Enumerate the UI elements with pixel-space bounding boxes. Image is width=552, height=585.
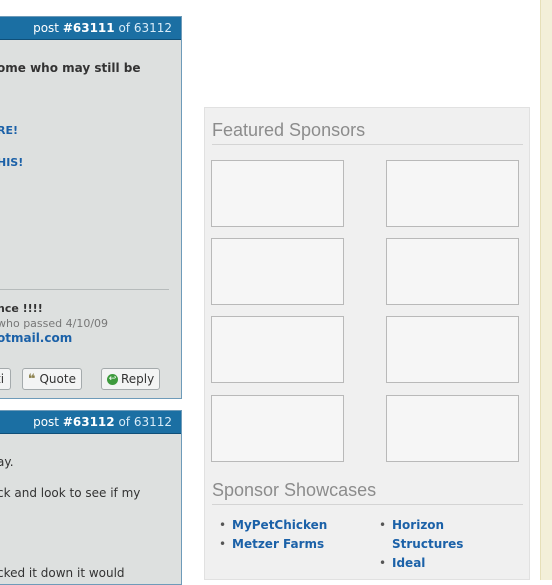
sponsor-slot[interactable] (211, 238, 344, 305)
sponsors-panel: Featured Sponsors Sponsor Showcases • My… (204, 107, 530, 580)
showcase-item: • MyPetChicken (217, 516, 327, 535)
showcase-link[interactable]: Horizon (392, 518, 444, 532)
bullet-icon: • (219, 518, 227, 532)
post-label: post (33, 21, 63, 35)
showcase-item: Structures (377, 535, 463, 554)
showcase-link[interactable]: Ideal (392, 556, 425, 570)
showcase-link[interactable]: Metzer Farms (232, 537, 324, 551)
showcase-item: • Ideal (377, 554, 463, 573)
post-text: cked it down it would (0, 566, 125, 580)
sponsor-slot[interactable] (386, 316, 519, 383)
post-header: post #63111 of 63112 (0, 17, 181, 40)
post-label: post (33, 415, 63, 429)
signature-text: nce !!!! (0, 302, 43, 315)
featured-sponsors-heading: Featured Sponsors (212, 120, 523, 145)
forum-post: post #63111 of 63112 ome who may still b… (0, 16, 182, 399)
sponsor-slot[interactable] (211, 316, 344, 383)
showcase-link[interactable]: Structures (392, 537, 463, 551)
quote-label: Quote (39, 372, 76, 386)
bullet-icon: • (219, 537, 227, 551)
sponsor-slot[interactable] (211, 395, 344, 462)
reply-label: Reply (121, 372, 155, 386)
post-count: of 63112 (114, 415, 172, 429)
showcase-link[interactable]: MyPetChicken (232, 518, 327, 532)
post-header: post #63112 of 63112 (0, 411, 181, 434)
quote-icon: ❝ (28, 372, 36, 387)
signature-text: who passed 4/10/09 (0, 317, 109, 330)
bullet-icon: • (379, 556, 387, 570)
bullet-icon: • (379, 518, 387, 532)
sponsor-slot[interactable] (211, 160, 344, 227)
post-link[interactable]: RE! (0, 124, 18, 137)
post-text: ay. (0, 455, 14, 469)
post-count: of 63112 (114, 21, 172, 35)
showcase-list-right: • Horizon Structures • Ideal (377, 516, 463, 573)
sponsor-showcases-heading: Sponsor Showcases (212, 480, 523, 505)
post-number-link[interactable]: #63111 (63, 21, 115, 35)
forum-post: post #63112 of 63112 ay. ck and look to … (0, 410, 182, 585)
post-link[interactable]: HIS! (0, 156, 23, 169)
showcase-item: • Horizon (377, 516, 463, 535)
multi-quote-button[interactable]: ti (0, 368, 11, 390)
signature-email[interactable]: otmail.com (0, 331, 72, 345)
multi-quote-label: ti (0, 372, 5, 386)
showcase-list-left: • MyPetChicken • Metzer Farms (217, 516, 327, 554)
post-text: ck and look to see if my (0, 486, 141, 500)
post-text: ome who may still be (0, 61, 141, 75)
reply-button[interactable]: ↩ Reply (101, 368, 161, 390)
sponsor-slot[interactable] (386, 395, 519, 462)
page-right-border (540, 0, 552, 580)
reply-icon: ↩ (107, 374, 118, 385)
sponsor-slot[interactable] (386, 160, 519, 227)
showcase-item: • Metzer Farms (217, 535, 327, 554)
sponsor-slot[interactable] (386, 238, 519, 305)
signature-divider (0, 289, 169, 290)
quote-button[interactable]: ❝ Quote (22, 368, 82, 390)
post-number-link[interactable]: #63112 (63, 415, 115, 429)
